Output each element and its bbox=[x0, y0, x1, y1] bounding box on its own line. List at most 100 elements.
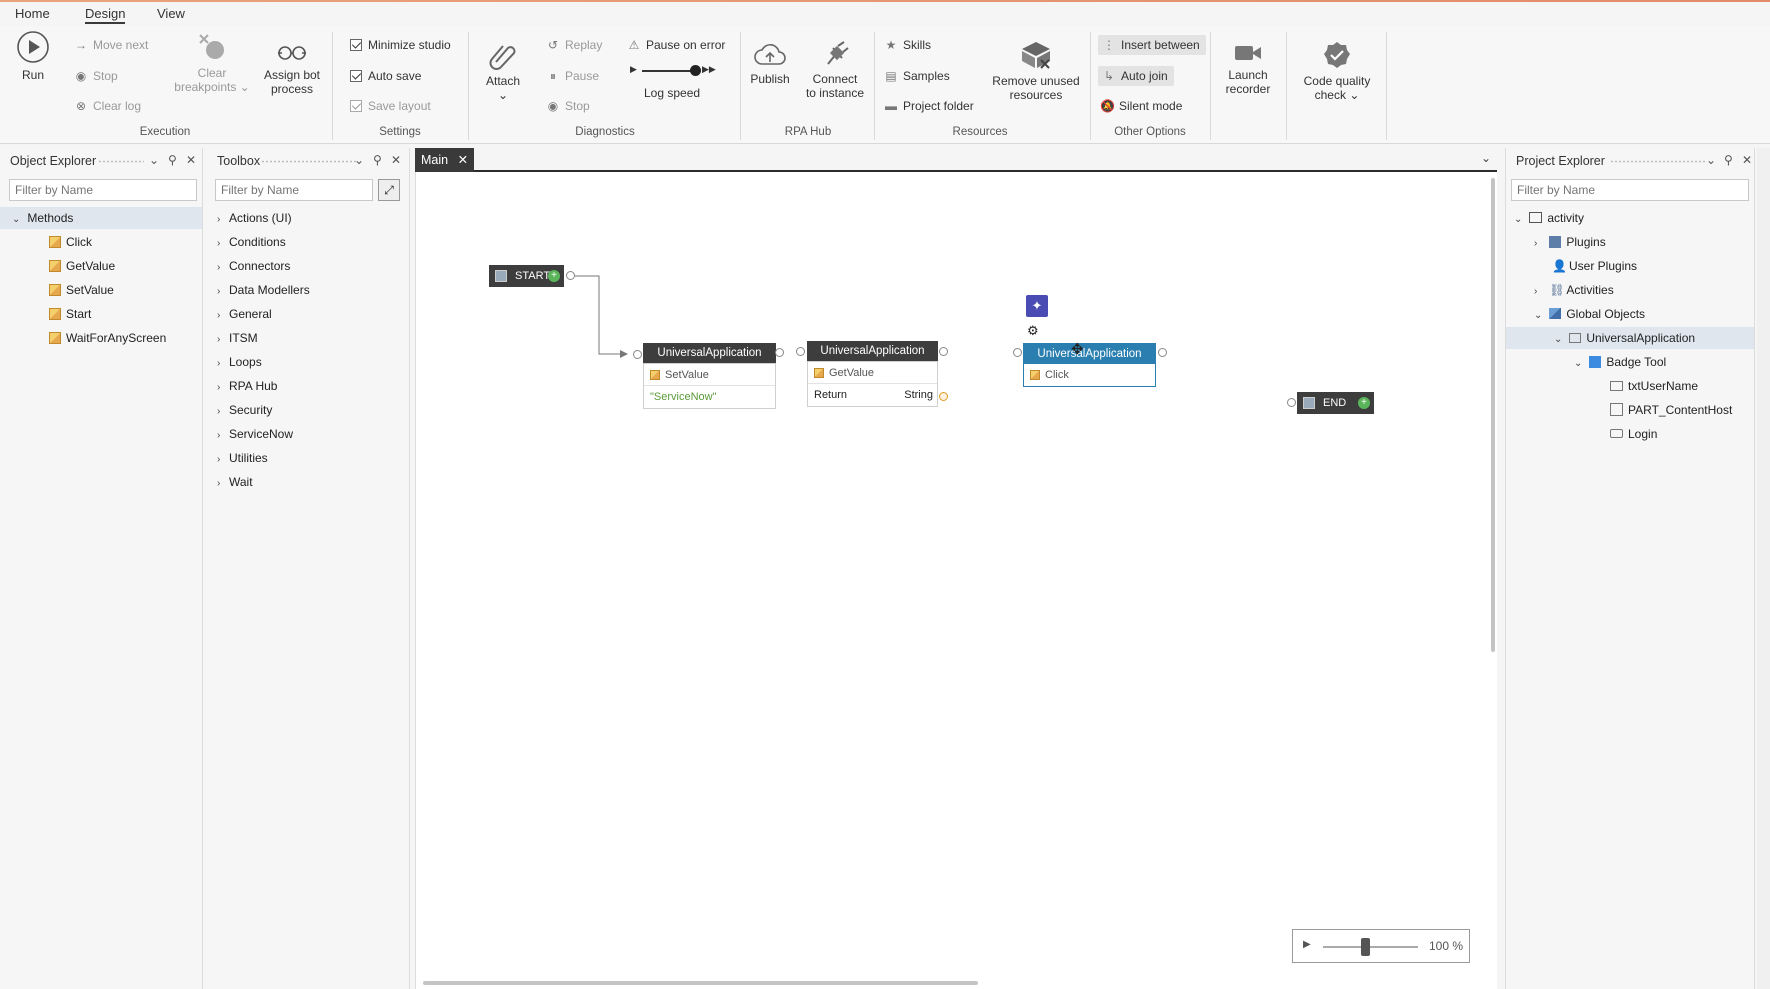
toolbox-item[interactable]: › Actions (UI) bbox=[217, 207, 292, 229]
toolbox-filter-input[interactable] bbox=[215, 179, 373, 201]
toolbox-item[interactable]: › Data Modellers bbox=[217, 279, 310, 301]
attach-button[interactable]: Attach ⌄ bbox=[480, 40, 526, 102]
tree-activity[interactable]: ⌄ activity bbox=[1514, 207, 1584, 229]
tree-badge-tool[interactable]: ⌄ Badge Tool bbox=[1574, 351, 1666, 373]
close-icon[interactable]: ✕ bbox=[1742, 153, 1752, 167]
play-icon[interactable]: ▶ bbox=[1303, 939, 1311, 950]
node-click[interactable]: UniversalApplication Click bbox=[1023, 343, 1156, 387]
insert-between-toggle[interactable]: ⋮ Insert between bbox=[1098, 35, 1206, 55]
workflow-canvas[interactable]: START + UniversalApplication SetValue "S… bbox=[415, 172, 1497, 989]
toolbox-item[interactable]: › Wait bbox=[217, 471, 253, 493]
chevron-down-icon[interactable]: ⌄ bbox=[1481, 151, 1491, 165]
tab-view[interactable]: View bbox=[157, 6, 185, 21]
clear-breakpoints-button[interactable]: Clear breakpoints ⌄ bbox=[172, 32, 252, 94]
drag-handle[interactable] bbox=[1610, 160, 1706, 163]
toolbox-item[interactable]: › RPA Hub bbox=[217, 375, 277, 397]
close-icon[interactable]: ✕ bbox=[458, 153, 468, 167]
move-next-button[interactable]: → Move next bbox=[74, 35, 148, 55]
slider-thumb[interactable] bbox=[690, 65, 701, 76]
tree-plugins[interactable]: › Plugins bbox=[1534, 231, 1606, 253]
output-port[interactable] bbox=[566, 271, 575, 280]
input-port[interactable] bbox=[1287, 398, 1296, 407]
node-setvalue[interactable]: UniversalApplication SetValue "ServiceNo… bbox=[643, 343, 776, 409]
save-layout-checkbox[interactable]: Save layout bbox=[350, 96, 431, 116]
ai-assist-icon[interactable]: ✦ bbox=[1026, 295, 1048, 317]
project-filter-input[interactable] bbox=[1511, 179, 1749, 201]
samples-button[interactable]: ▤ Samples bbox=[884, 66, 949, 86]
connect-instance-button[interactable]: Connect to instance bbox=[800, 40, 870, 100]
output-port[interactable] bbox=[939, 347, 948, 356]
log-speed-slider[interactable]: ▶ ▶▶ bbox=[630, 64, 716, 78]
diag-stop-button[interactable]: ◉ Stop bbox=[546, 96, 590, 116]
node-getvalue[interactable]: UniversalApplication GetValue Return Str… bbox=[807, 341, 938, 407]
tree-universal-application[interactable]: ⌄ UniversalApplication bbox=[1506, 327, 1754, 349]
replay-button[interactable]: ↺ Replay bbox=[546, 35, 602, 55]
tab-main[interactable]: Main ✕ bbox=[415, 148, 475, 172]
vertical-scrollbar[interactable] bbox=[1491, 178, 1495, 652]
object-filter-input[interactable] bbox=[9, 179, 197, 201]
tab-design[interactable]: Design bbox=[85, 6, 126, 24]
tree-login[interactable]: Login bbox=[1610, 423, 1657, 445]
close-icon[interactable]: ✕ bbox=[186, 153, 196, 167]
tab-home[interactable]: Home bbox=[15, 6, 50, 21]
close-icon[interactable]: ✕ bbox=[391, 153, 401, 167]
output-port[interactable] bbox=[1158, 348, 1167, 357]
tree-txtusername[interactable]: txtUserName bbox=[1610, 375, 1698, 397]
zoom-thumb[interactable] bbox=[1361, 938, 1370, 956]
method-getvalue[interactable]: GetValue bbox=[49, 255, 115, 277]
input-port[interactable] bbox=[633, 350, 642, 359]
toolbox-item[interactable]: › ServiceNow bbox=[217, 423, 293, 445]
start-node[interactable]: START + bbox=[489, 265, 564, 287]
clear-log-button[interactable]: ⊗ Clear log bbox=[74, 96, 141, 116]
input-port[interactable] bbox=[1013, 348, 1022, 357]
skills-button[interactable]: ★ Skills bbox=[884, 35, 931, 55]
method-waitforanyscreen[interactable]: WaitForAnyScreen bbox=[49, 327, 166, 349]
tree-user-plugins[interactable]: 👤 User Plugins bbox=[1552, 255, 1637, 277]
toolbox-item[interactable]: › Loops bbox=[217, 351, 262, 373]
tree-part-contenthost[interactable]: PART_ContentHost bbox=[1610, 399, 1732, 421]
silent-mode-toggle[interactable]: 🔕 Silent mode bbox=[1100, 96, 1182, 116]
code-quality-check-button[interactable]: Code quality check ⌄ bbox=[1296, 40, 1378, 102]
toolbox-item[interactable]: › Conditions bbox=[217, 231, 286, 253]
tree-activities[interactable]: › ⛓ Activities bbox=[1534, 279, 1614, 301]
tree-methods[interactable]: ⌄ Methods bbox=[0, 207, 202, 229]
toolbox-item[interactable]: › General bbox=[217, 303, 272, 325]
add-icon[interactable]: + bbox=[548, 270, 560, 282]
pause-on-error-toggle[interactable]: ⚠ Pause on error bbox=[627, 35, 726, 55]
chevron-down-icon[interactable]: ⌄ bbox=[354, 153, 364, 167]
pin-icon[interactable]: ⚲ bbox=[168, 153, 177, 167]
launch-recorder-button[interactable]: Launch recorder bbox=[1218, 42, 1278, 96]
method-setvalue[interactable]: SetValue bbox=[49, 279, 114, 301]
expand-icon[interactable]: ⤢ bbox=[378, 179, 400, 201]
minimize-studio-checkbox[interactable]: Minimize studio bbox=[350, 35, 451, 55]
auto-join-toggle[interactable]: ↳ Auto join bbox=[1098, 66, 1174, 86]
add-icon[interactable]: + bbox=[1358, 397, 1370, 409]
chevron-down-icon[interactable]: ⌄ bbox=[149, 153, 159, 167]
run-button[interactable]: Run bbox=[12, 30, 54, 82]
gear-icon[interactable]: ⚙ bbox=[1027, 323, 1039, 339]
stop-button[interactable]: ◉ Stop bbox=[74, 66, 118, 86]
pause-button[interactable]: ⏸ Pause bbox=[546, 66, 599, 86]
method-start[interactable]: Start bbox=[49, 303, 91, 325]
publish-button[interactable]: Publish bbox=[748, 42, 792, 86]
input-port[interactable] bbox=[796, 347, 805, 356]
assign-bot-process-button[interactable]: Assign bot process bbox=[258, 42, 326, 96]
drag-handle[interactable] bbox=[261, 160, 357, 163]
node-argument[interactable]: "ServiceNow" bbox=[644, 386, 775, 408]
toolbox-item[interactable]: › ITSM bbox=[217, 327, 258, 349]
pin-icon[interactable]: ⚲ bbox=[1724, 153, 1733, 167]
project-folder-button[interactable]: ▬ Project folder bbox=[884, 96, 974, 116]
toolbox-item[interactable]: › Utilities bbox=[217, 447, 268, 469]
auto-save-checkbox[interactable]: Auto save bbox=[350, 66, 421, 86]
toolbox-item[interactable]: › Connectors bbox=[217, 255, 290, 277]
return-port[interactable] bbox=[939, 392, 948, 401]
remove-unused-resources-button[interactable]: Remove unused resources bbox=[988, 40, 1084, 102]
pin-icon[interactable]: ⚲ bbox=[373, 153, 382, 167]
method-click[interactable]: Click bbox=[49, 231, 92, 253]
toolbox-item[interactable]: › Security bbox=[217, 399, 272, 421]
tree-global-objects[interactable]: ⌄ Global Objects bbox=[1534, 303, 1645, 325]
output-port[interactable] bbox=[775, 348, 784, 357]
horizontal-scrollbar[interactable] bbox=[423, 981, 978, 985]
chevron-down-icon[interactable]: ⌄ bbox=[1706, 153, 1716, 167]
drag-handle[interactable] bbox=[98, 160, 144, 163]
